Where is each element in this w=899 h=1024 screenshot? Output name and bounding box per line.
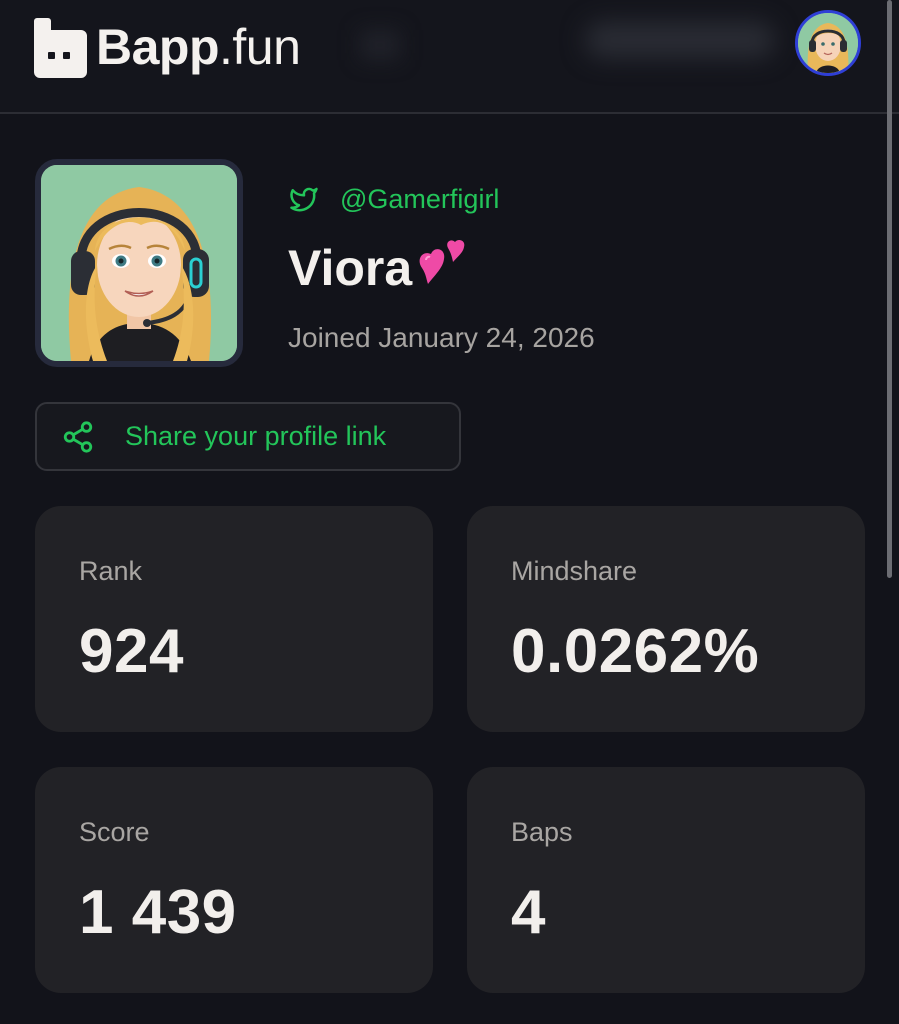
stat-card-rank: Rank 924 xyxy=(35,506,433,732)
stat-card-score: Score 1 439 xyxy=(35,767,433,993)
joined-date: Joined January 24, 2026 xyxy=(288,322,595,353)
two-hearts-emoji xyxy=(419,239,465,284)
scrollbar[interactable] xyxy=(887,0,892,578)
stat-label: Baps xyxy=(511,817,573,847)
user-avatar-button[interactable] xyxy=(795,10,861,76)
share-button-label: Share your profile link xyxy=(125,421,387,451)
avatar-image xyxy=(798,13,858,73)
stat-value: 4 xyxy=(511,878,546,947)
logo-text: Bapp.fun xyxy=(96,19,301,75)
share-icon xyxy=(63,420,93,453)
top-bar: Bapp.fun xyxy=(0,0,899,578)
stat-label: Score xyxy=(79,817,150,847)
logo[interactable]: Bapp.fun xyxy=(34,10,301,84)
twitter-icon xyxy=(290,187,318,212)
share-profile-button[interactable]: Share your profile link xyxy=(35,402,461,471)
stat-label: Mindshare xyxy=(511,556,638,586)
display-name-text: Viora xyxy=(288,240,413,296)
twitter-handle-text: @Gamerfigirl xyxy=(340,183,500,214)
stat-value: 1 439 xyxy=(79,878,237,947)
stat-value: 924 xyxy=(79,617,184,686)
profile-page: Bapp.fun @Gamerfigirl Viora Joined Janua… xyxy=(0,0,899,1024)
display-name: Viora xyxy=(288,238,470,298)
avatar-image xyxy=(41,165,237,361)
blurred-region xyxy=(360,30,400,60)
bapp-logo-icon xyxy=(34,18,87,78)
twitter-handle-link[interactable]: @Gamerfigirl xyxy=(288,182,499,216)
blurred-region xyxy=(585,22,775,58)
stat-card-baps: Baps 4 xyxy=(467,767,865,993)
stat-card-mindshare: Mindshare 0.0262% xyxy=(467,506,865,732)
stat-label: Rank xyxy=(79,556,143,586)
profile-avatar xyxy=(35,159,243,367)
stat-value: 0.0262% xyxy=(511,617,760,686)
